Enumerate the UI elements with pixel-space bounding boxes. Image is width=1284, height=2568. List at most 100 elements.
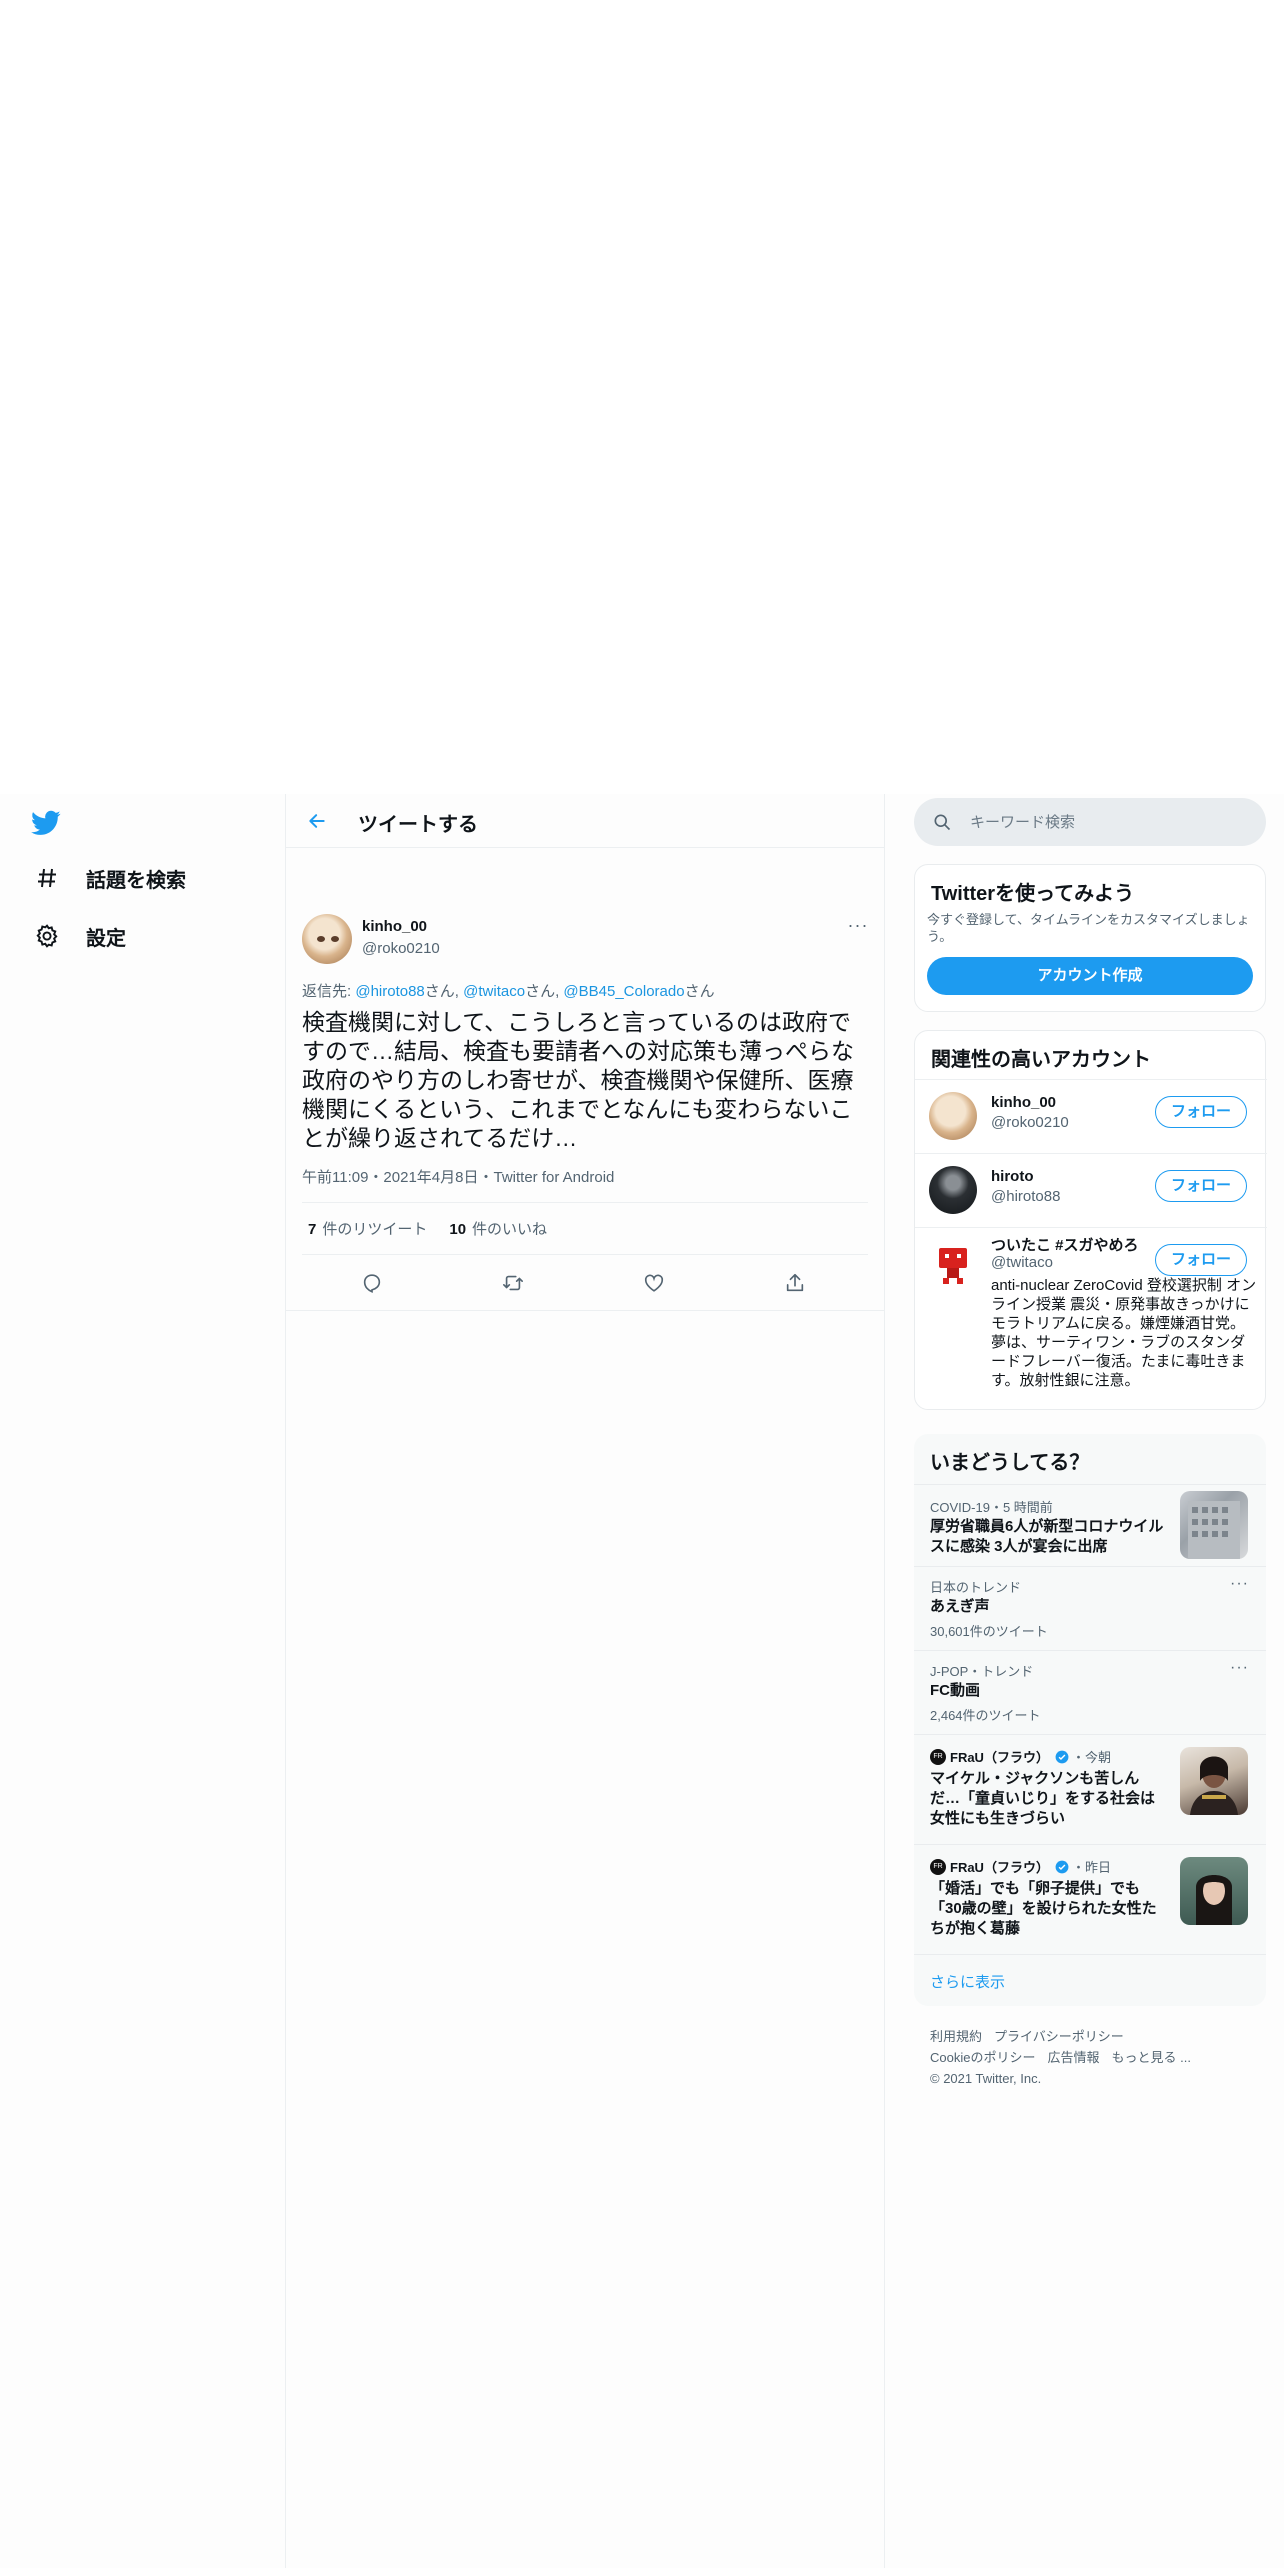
publisher-line: FR FRaU（フラウ） ・昨日 bbox=[930, 1857, 1111, 1876]
footer-link[interactable]: 広告情報 bbox=[1047, 2050, 1099, 2065]
reply-to-line: 返信先: @hiroto88さん, @twitacoさん, @BB45_Colo… bbox=[302, 980, 715, 1001]
account-row[interactable]: kinho_00 @roko0210 フォロー bbox=[915, 1079, 1267, 1153]
account-handle: @twitaco bbox=[991, 1254, 1053, 1271]
trend-count: 2,464件のツイート bbox=[930, 1708, 1041, 1723]
show-more-row[interactable]: さらに表示 bbox=[914, 1954, 1266, 2006]
retweet-icon[interactable] bbox=[499, 1269, 527, 1297]
gear-icon bbox=[32, 921, 62, 951]
nav-item-settings[interactable]: 設定 bbox=[32, 916, 126, 956]
footer-link[interactable]: 利用規約 bbox=[930, 2029, 982, 2044]
reply-suffix: さん bbox=[424, 983, 455, 1000]
reply-icon[interactable] bbox=[358, 1269, 386, 1297]
author-handle[interactable]: @roko0210 bbox=[362, 940, 440, 957]
signup-subtitle: 今すぐ登録して、タイムラインをカスタマイズしましょう。 bbox=[927, 912, 1250, 944]
tweet-timestamp[interactable]: 午前11:09・2021年4月8日・Twitter for Android bbox=[302, 1166, 614, 1187]
arrow-left-icon bbox=[309, 814, 325, 828]
trend-meta: COVID-19・5 時間前 bbox=[930, 1500, 1053, 1515]
trend-item[interactable]: J-POP・トレンド FC動画 2,464件のツイート ··· bbox=[914, 1650, 1266, 1734]
share-icon[interactable] bbox=[781, 1269, 809, 1297]
trend-count: 30,601件のツイート bbox=[930, 1624, 1048, 1639]
trend-item[interactable]: 日本のトレンド あえぎ声 30,601件のツイート ··· bbox=[914, 1566, 1266, 1650]
avatar[interactable] bbox=[929, 1240, 977, 1288]
publisher-line: FR FRaU（フラウ） ・今朝 bbox=[930, 1747, 1111, 1766]
back-button[interactable] bbox=[302, 806, 332, 836]
account-bio: anti-nuclear ZeroCovid 登校選択制 オンライン授業 震災・… bbox=[991, 1277, 1257, 1389]
publish-time: ・今朝 bbox=[1071, 1750, 1111, 1765]
news-thumbnail bbox=[1180, 1857, 1248, 1925]
twitter-logo-icon[interactable] bbox=[30, 808, 64, 842]
avatar[interactable] bbox=[302, 914, 352, 964]
show-more-link[interactable]: さらに表示 bbox=[930, 1971, 1005, 1992]
reply-prefix: 返信先: bbox=[302, 983, 356, 1000]
search-input[interactable] bbox=[970, 813, 1230, 831]
author-name[interactable]: kinho_00 bbox=[362, 918, 427, 935]
mention-link[interactable]: @twitaco bbox=[463, 983, 525, 1000]
trend-meta: 日本のトレンド bbox=[930, 1580, 1022, 1595]
verified-badge-icon bbox=[1055, 1860, 1069, 1873]
related-accounts-card: 関連性の高いアカウント kinho_00 @roko0210 フォロー hiro… bbox=[914, 1030, 1267, 1410]
verified-badge-icon bbox=[1055, 1750, 1069, 1763]
tweet-stats: 7 件のリツイート 10 件のいいね bbox=[302, 1202, 868, 1255]
footer-link[interactable]: Cookieのポリシー bbox=[930, 2050, 1035, 2065]
footer: 利用規約 プライバシーポリシー Cookieのポリシー 広告情報 もっと見る ... … bbox=[930, 2026, 1203, 2089]
search-box[interactable] bbox=[914, 798, 1266, 846]
account-name: hiroto bbox=[991, 1168, 1034, 1185]
more-options-icon[interactable]: ··· bbox=[1230, 1659, 1249, 1677]
signup-title: Twitterを使ってみよう bbox=[931, 883, 1135, 905]
tweet-text: 検査機関に対して、こうしろと言っているのは政府ですので…結局、検査も要請者への対… bbox=[302, 1009, 854, 1151]
account-name: ついたこ #スガやめろ bbox=[991, 1237, 1139, 1254]
like-count: 10 bbox=[449, 1221, 467, 1238]
reply-suffix: さん bbox=[684, 983, 715, 1000]
retweet-count: 7 bbox=[308, 1221, 317, 1238]
nav-divider bbox=[285, 794, 286, 2568]
center-divider bbox=[884, 794, 885, 2568]
retweet-count-link[interactable]: 7 件のリツイート bbox=[308, 1218, 427, 1239]
trends-title: いまどうしてる？ bbox=[930, 1452, 1090, 1474]
publisher-logo-icon: FR bbox=[930, 1858, 946, 1875]
more-options-icon[interactable]: ··· bbox=[846, 916, 870, 942]
account-handle: @hiroto88 bbox=[991, 1188, 1061, 1205]
account-row[interactable]: ついたこ #スガやめろ @twitaco フォロー anti-nuclear Z… bbox=[915, 1227, 1267, 1410]
trend-item[interactable]: FR FRaU（フラウ） ・今朝 マイケル・ジャクソンも苦しんだ…「童貞いじり」… bbox=[914, 1734, 1266, 1844]
footer-link[interactable]: プライバシーポリシー bbox=[994, 2029, 1124, 2044]
nav-item-label: 設定 bbox=[86, 927, 126, 950]
reply-separator: , bbox=[454, 983, 464, 1000]
news-thumbnail bbox=[1180, 1747, 1248, 1815]
trends-card: いまどうしてる？ COVID-19・5 時間前 厚労省職員6人が新型コロナウイル… bbox=[914, 1434, 1266, 2006]
like-count-label: 件のいいね bbox=[472, 1221, 548, 1238]
trend-meta: J-POP・トレンド bbox=[930, 1664, 1034, 1679]
account-row[interactable]: hiroto @hiroto88 フォロー bbox=[915, 1153, 1267, 1227]
footer-link[interactable]: もっと見る ... bbox=[1111, 2050, 1190, 2065]
like-icon[interactable] bbox=[640, 1269, 668, 1297]
nav-item-explore[interactable]: 話題を検索 bbox=[32, 858, 186, 898]
create-account-button[interactable]: アカウント作成 bbox=[927, 957, 1253, 995]
mention-link[interactable]: @BB45_Colorado bbox=[563, 983, 684, 1000]
follow-button[interactable]: フォロー bbox=[1155, 1170, 1247, 1202]
search-icon bbox=[934, 814, 951, 831]
mention-link[interactable]: @hiroto88 bbox=[355, 983, 424, 1000]
trend-headline: 「婚活」でも「卵子提供」でも「30歳の壁」を設けられた女性たちが抱く葛藤 bbox=[930, 1880, 1157, 1937]
reply-suffix: さん bbox=[525, 983, 556, 1000]
hashtag-icon bbox=[32, 863, 62, 893]
follow-button[interactable]: フォロー bbox=[1155, 1096, 1247, 1128]
page-title: ツイートする bbox=[358, 814, 478, 836]
trend-headline: FC動画 bbox=[930, 1682, 980, 1699]
retweet-count-label: 件のリツイート bbox=[322, 1221, 428, 1238]
follow-button[interactable]: フォロー bbox=[1155, 1244, 1247, 1276]
signup-card: Twitterを使ってみよう 今すぐ登録して、タイムラインをカスタマイズしましょ… bbox=[914, 864, 1266, 1012]
avatar[interactable] bbox=[929, 1166, 977, 1214]
trend-item[interactable]: COVID-19・5 時間前 厚労省職員6人が新型コロナウイルスに感染 3人が宴… bbox=[914, 1484, 1266, 1566]
footer-row: Cookieのポリシー 広告情報 もっと見る ... bbox=[930, 2047, 1203, 2068]
trend-item[interactable]: FR FRaU（フラウ） ・昨日 「婚活」でも「卵子提供」でも「30歳の壁」を設… bbox=[914, 1844, 1266, 1954]
footer-row: 利用規約 プライバシーポリシー bbox=[930, 2026, 1203, 2047]
news-thumbnail bbox=[1180, 1491, 1248, 1559]
publisher-name: FRaU（フラウ） bbox=[950, 1860, 1049, 1875]
tweet-actions bbox=[286, 1255, 884, 1311]
publish-time: ・昨日 bbox=[1071, 1860, 1111, 1875]
nav-item-label: 話題を検索 bbox=[86, 869, 186, 892]
avatar[interactable] bbox=[929, 1092, 977, 1140]
trend-headline: あえぎ声 bbox=[930, 1598, 990, 1615]
main-column: ツイートする kinho_00 @roko0210 ··· 返信先: @hiro… bbox=[286, 794, 884, 1311]
more-options-icon[interactable]: ··· bbox=[1230, 1575, 1249, 1593]
like-count-link[interactable]: 10 件のいいね bbox=[449, 1218, 547, 1239]
